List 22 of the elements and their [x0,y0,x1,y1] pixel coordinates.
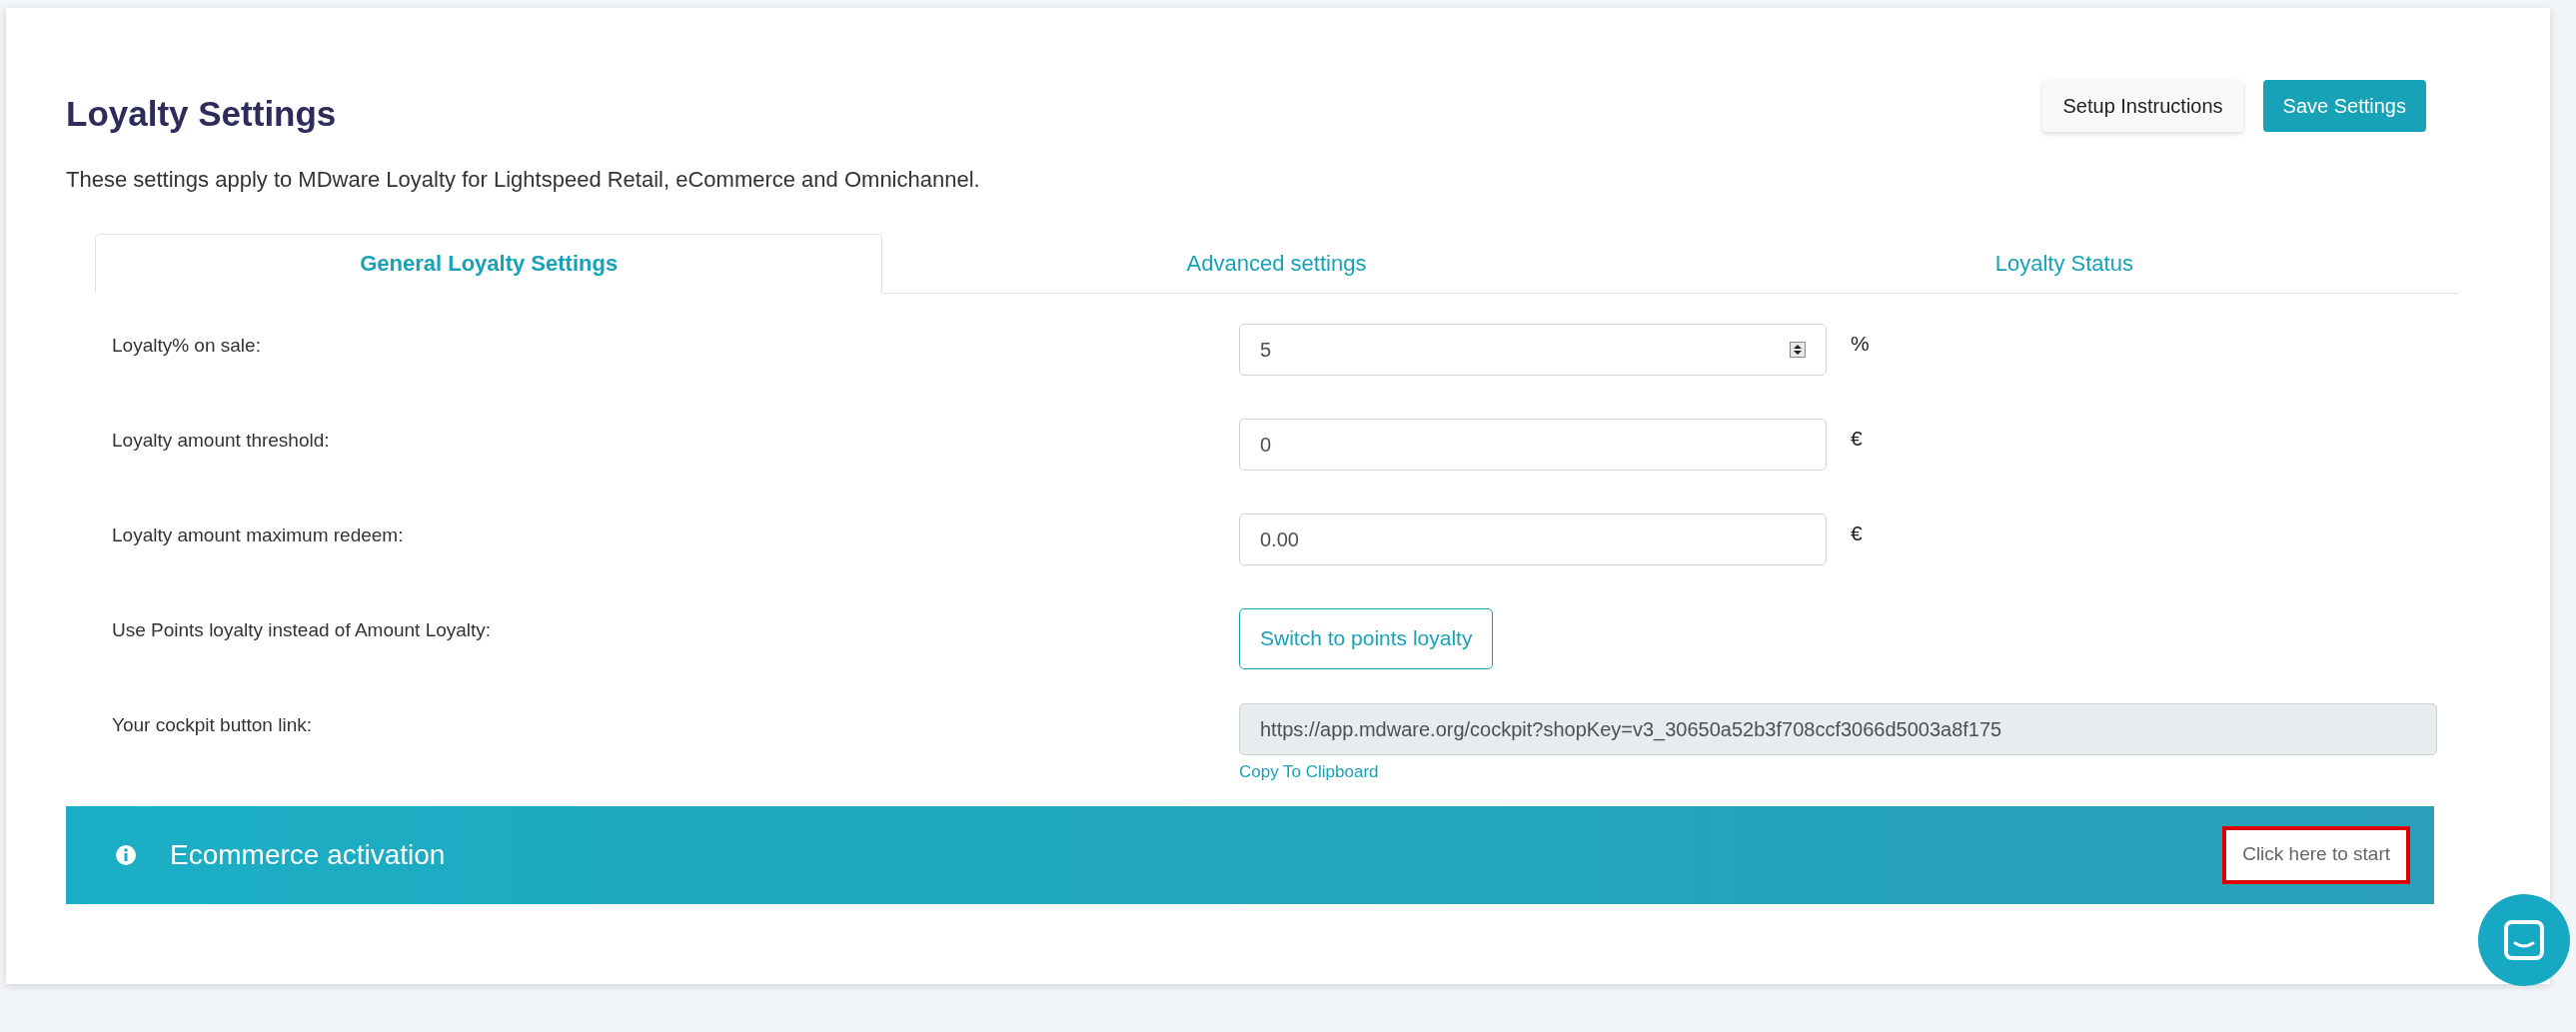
start-button[interactable]: Click here to start [2222,825,2410,884]
banner-title: Ecommerce activation [170,837,447,872]
unit-label: € [1851,425,1863,452]
input-field[interactable]: 5 [1239,323,1827,376]
setting-label: Your cockpit button link: [112,712,313,737]
setting-label: Use Points loyalty instead of Amount Loyalty: [112,617,493,642]
page-subtitle: These settings apply to MDware Loyalty for Lightspeed Retail, eCommerce and Omnichannel. [66,165,981,194]
spinner-icon[interactable] [1790,341,1806,358]
setting-label: Loyalty amount threshold: [112,428,331,453]
link-field[interactable]: https://app.mdware.org/cockpit?shopKey=v3_30650a52b3f708ccf3066d5003a8f175 [1239,702,2437,755]
info-icon [116,844,136,865]
setting-label: Loyalty% on sale: [112,333,262,358]
copy-to-clipboard-link[interactable]: Copy To Clipboard [1239,758,1379,784]
input-field[interactable]: 0 [1239,418,1827,471]
instructions-button[interactable]: Setup Instructions [2042,80,2243,132]
tab[interactable]: Loyalty Status [1670,233,2458,294]
chat-icon [2503,919,2545,961]
unit-label: € [1851,519,1863,546]
unit-label: % [1851,330,1870,357]
setting-label: Loyalty amount maximum redeem: [112,522,405,547]
input-field[interactable]: 0.00 [1239,513,1827,565]
page-title: Loyalty Settings [66,93,337,135]
